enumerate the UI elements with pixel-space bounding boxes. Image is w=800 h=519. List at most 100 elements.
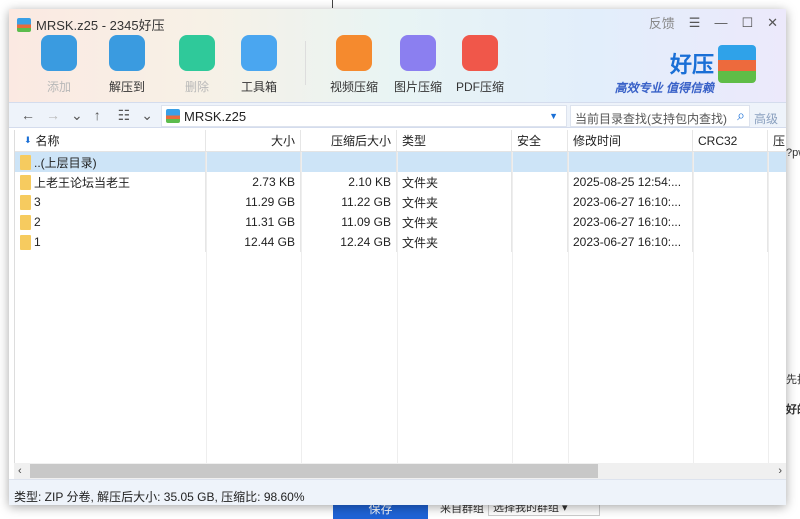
modified-time: 2025-08-25 12:54:... (568, 172, 693, 192)
address-bar[interactable]: MRSK.z25 ▼ (161, 105, 567, 127)
title-bar: MRSK.z25 - 2345好压 (17, 15, 165, 34)
file-size (206, 152, 301, 172)
toolbar-button-1[interactable]: 解压到 (99, 35, 155, 95)
packed-size: 2.10 KB (301, 172, 397, 192)
crc32 (693, 232, 768, 252)
toolbar-button-0[interactable]: 添加 (31, 35, 87, 95)
security (512, 212, 568, 232)
archive-icon (166, 109, 180, 123)
feedback-link[interactable]: 反馈 (649, 13, 675, 32)
table-row[interactable]: 1 12.44 GB 12.24 GB 文件夹 2023-06-27 16:10… (15, 232, 786, 252)
background-text: ?pw 先择 好的 (786, 147, 800, 416)
crc32 (693, 172, 768, 192)
file-name: 3 (34, 195, 41, 209)
file-type: 文件夹 (397, 172, 512, 192)
column-packed-size[interactable]: 压缩后大小 (301, 130, 397, 151)
view-dropdown-icon[interactable]: ⌄ (141, 107, 153, 124)
scrollbar-thumb[interactable] (30, 464, 598, 478)
sort-icon: ⬇ (24, 135, 32, 145)
packed-size: 12.24 GB (301, 232, 397, 252)
view-mode-icon[interactable]: ☷ (118, 107, 131, 124)
packed-size: 11.09 GB (301, 212, 397, 232)
advanced-search-link[interactable]: 高级 (754, 110, 778, 127)
scroll-right-icon[interactable]: › (778, 465, 782, 477)
table-row[interactable]: 2 11.31 GB 11.09 GB 文件夹 2023-06-27 16:10… (15, 212, 786, 232)
modified-time: 2023-06-27 16:10:... (568, 212, 693, 232)
search-input[interactable]: 当前目录查找(支持包内查找) ⌕ (570, 105, 750, 127)
maximize-button[interactable]: ☐ (741, 15, 753, 31)
column-crc32[interactable]: CRC32 (693, 130, 768, 151)
column-modified[interactable]: 修改时间 (568, 130, 693, 151)
toolbar-button-3[interactable]: 工具箱 (231, 35, 287, 95)
history-dropdown-icon[interactable]: ⌄ (71, 107, 83, 124)
file-name: 1 (34, 235, 41, 249)
security (512, 172, 568, 192)
column-size[interactable]: 大小 (206, 130, 301, 151)
up-icon[interactable]: ↑ (94, 107, 101, 123)
minimize-button[interactable]: — (714, 15, 727, 30)
security (512, 152, 568, 172)
security (512, 192, 568, 212)
toolbar-button-6[interactable]: PDF压缩 (452, 35, 508, 95)
crc32 (693, 192, 768, 212)
packed-size (301, 152, 397, 172)
video-compress-icon (336, 35, 372, 71)
file-size: 2.73 KB (206, 172, 301, 192)
delete-icon (179, 35, 215, 71)
toolbox-icon (241, 35, 277, 71)
table-row[interactable]: 上老王论坛当老王 2.73 KB 2.10 KB 文件夹 2025-08-25 … (15, 172, 786, 192)
address-dropdown-icon[interactable]: ▼ (549, 111, 558, 121)
column-type[interactable]: 类型 (397, 130, 512, 151)
folder-icon (20, 194, 31, 210)
table-row[interactable]: ..(上层目录) (15, 152, 786, 172)
menu-icon[interactable]: ☰ (689, 15, 701, 31)
table-header: ⬇ 名称 大小 压缩后大小 类型 安全 修改时间 CRC32 压 (15, 130, 786, 152)
image-compress-icon (400, 35, 436, 71)
crc32 (693, 212, 768, 232)
file-type (397, 152, 512, 172)
modified-time: 2023-06-27 16:10:... (568, 232, 693, 252)
logo-box-icon (718, 45, 756, 83)
file-name: 2 (34, 215, 41, 229)
search-icon[interactable]: ⌕ (737, 107, 745, 124)
file-name: ..(上层目录) (34, 155, 97, 170)
address-path: MRSK.z25 (184, 108, 247, 124)
folder-icon (20, 234, 31, 250)
horizontal-scrollbar[interactable]: ‹ › (14, 463, 786, 479)
toolbar-separator (305, 41, 306, 85)
folder-icon (20, 214, 31, 230)
extract-icon (109, 35, 145, 71)
file-name: 上老王论坛当老王 (34, 175, 131, 190)
file-type: 文件夹 (397, 192, 512, 212)
toolbar-button-5[interactable]: 图片压缩 (390, 35, 446, 95)
toolbar-button-4[interactable]: 视频压缩 (326, 35, 382, 95)
file-type: 文件夹 (397, 212, 512, 232)
file-size: 11.29 GB (206, 192, 301, 212)
file-type: 文件夹 (397, 232, 512, 252)
scroll-left-icon[interactable]: ‹ (18, 465, 22, 477)
crc32 (693, 152, 768, 172)
modified-time (568, 152, 693, 172)
back-icon[interactable]: ← (21, 107, 35, 123)
file-size: 11.31 GB (206, 212, 301, 232)
archive-window: MRSK.z25 - 2345好压 反馈 ☰ — ☐ ✕ 添加 解压到 删除 工具箱视… (9, 9, 786, 505)
add-icon (41, 35, 77, 71)
column-ratio[interactable]: 压 (768, 130, 786, 151)
toolbar-button-2[interactable]: 删除 (169, 35, 225, 95)
toolbar-area: MRSK.z25 - 2345好压 反馈 ☰ — ☐ ✕ 添加 解压到 删除 工具箱视… (9, 9, 786, 102)
close-button[interactable]: ✕ (767, 15, 778, 31)
forward-icon[interactable]: → (46, 107, 60, 123)
table-row[interactable]: 3 11.29 GB 11.22 GB 文件夹 2023-06-27 16:10… (15, 192, 786, 212)
status-bar: 类型: ZIP 分卷, 解压后大小: 35.05 GB, 压缩比: 98.60% (9, 479, 786, 505)
column-security[interactable]: 安全 (512, 130, 568, 151)
folder-icon (20, 174, 31, 190)
background-divider (332, 0, 333, 8)
folder-icon (20, 154, 31, 170)
app-icon (17, 17, 31, 32)
column-name[interactable]: ⬇ 名称 (15, 130, 206, 151)
window-title: MRSK.z25 - 2345好压 (36, 18, 165, 33)
security (512, 232, 568, 252)
file-size: 12.44 GB (206, 232, 301, 252)
pdf-compress-icon (462, 35, 498, 71)
modified-time: 2023-06-27 16:10:... (568, 192, 693, 212)
